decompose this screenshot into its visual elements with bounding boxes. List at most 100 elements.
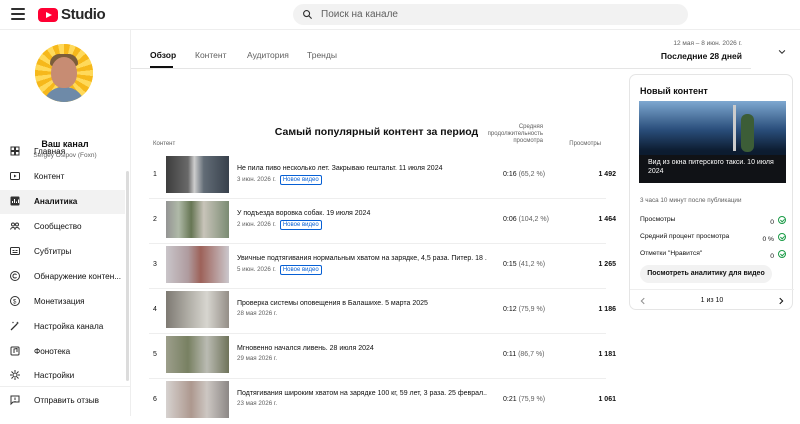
stat-value: 0 [770,253,774,260]
sidebar-item-monetization[interactable]: $ Монетизация [0,290,125,314]
stat-avg-view-percent: Средний процент просмотра 0 % [640,233,786,243]
tab-audience[interactable]: Аудитория [247,50,289,60]
content-icon [10,172,20,180]
video-date: 3 июн. 2026 г. [237,176,276,183]
avg-duration-percent: (104,2 %) [518,216,549,223]
video-meta: 2 июн. 2026 г. Новое видео [237,220,322,230]
see-video-analytics-button[interactable]: Посмотреть аналитику для видео [640,265,772,283]
video-meta: 3 июн. 2026 г. Новое видео [237,175,322,185]
table-row[interactable]: 2 У подъезда воровка собак. 19 июля 2024… [149,199,616,244]
row-index: 1 [153,171,157,178]
views-column-header: Просмотры [569,141,601,147]
sidebar-scrollbar[interactable] [126,171,129,381]
sidebar-item-customization[interactable]: Настройка канала [0,315,125,339]
analytics-main: Обзор Контент Аудитория Тренды 12 мая – … [130,30,800,418]
views-count: 1 061 [598,396,616,403]
sidebar-item-copyright[interactable]: Обнаружение контен... [0,265,125,289]
avg-duration: 0:11 (86,7 %) [503,351,545,358]
video-title[interactable]: Проверка системы оповещения в Балашихе. … [237,299,487,308]
svg-text:$: $ [13,300,17,306]
avg-duration: 0:06 (104,2 %) [503,216,549,223]
channel-avatar[interactable] [35,44,93,102]
avg-duration-column-header: Средняя продолжительность просмотра [487,124,543,144]
sidebar-item-label: Настройки [34,371,75,380]
latest-video-title: Вид из окна питерского такси. 10 июля 20… [648,159,774,175]
video-thumbnail[interactable] [166,336,229,373]
video-title[interactable]: Не пила пиво несколько лет. Закрываю геш… [237,164,487,173]
table-row[interactable]: 4 Проверка системы оповещения в Балашихе… [149,289,616,334]
latest-video-thumbnail[interactable]: Вид из окна питерского такси. 10 июля 20… [639,101,786,183]
stat-label: Средний процент просмотра [640,233,730,240]
money-icon: $ [10,296,20,306]
avg-duration: 0:16 (65,2 %) [503,171,545,178]
sidebar-item-label: Контент [34,172,65,181]
video-title[interactable]: Мгновенно начался ливень. 28 июля 2024 [237,344,487,353]
video-thumbnail[interactable] [166,156,229,193]
avg-duration-time: 0:12 [503,306,517,313]
video-title[interactable]: Подтягивания широким хватом на зарядке 1… [237,389,487,398]
analytics-tabs: Обзор Контент Аудитория Тренды [131,30,751,69]
avg-duration-time: 0:11 [503,351,517,358]
video-meta: 29 мая 2026 г. [237,355,277,362]
search-bar[interactable] [293,4,688,25]
row-index: 6 [153,396,157,403]
video-thumbnail[interactable] [166,201,229,238]
video-meta: 23 мая 2026 г. [237,400,277,407]
video-thumbnail[interactable] [166,381,229,418]
avg-duration: 0:15 (41,2 %) [503,261,545,268]
views-count: 1 492 [598,171,616,178]
chevron-left-icon[interactable] [638,295,648,307]
subtitles-icon [10,247,20,255]
avg-duration-percent: (86,7 %) [518,351,545,358]
table-row[interactable]: 3 Увичные подтягивания нормальным хватом… [149,244,616,289]
search-input[interactable] [321,9,661,20]
analytics-icon [10,196,20,206]
chevron-right-icon[interactable] [776,295,786,307]
table-row[interactable]: 5 Мгновенно начался ливень. 28 июля 2024… [149,334,616,379]
table-row[interactable]: 6 Подтягивания широким хватом на зарядке… [149,379,616,424]
avg-duration-time: 0:16 [503,171,517,178]
tab-trends[interactable]: Тренды [307,50,337,60]
youtube-logo-icon [38,7,58,22]
avg-duration-percent: (65,2 %) [518,171,546,178]
library-icon [10,346,20,356]
sidebar-item-settings[interactable]: Настройки [0,364,125,388]
sidebar-item-content[interactable]: Контент [0,165,125,189]
sidebar-item-feedback[interactable]: Отправить отзыв [0,389,125,413]
sidebar: Ваш канал Sergey Osipov (Foxn) Главная К… [0,30,130,416]
sidebar-item-community[interactable]: Сообщество [0,215,125,239]
table-row[interactable]: 1 Не пила пиво несколько лет. Закрываю г… [149,154,616,199]
date-range-selector[interactable]: 12 мая – 8 июн. 2026 г. Последние 28 дне… [661,40,742,61]
sidebar-item-label: Главная [34,147,66,156]
sidebar-item-analytics[interactable]: Аналитика [0,190,125,214]
sidebar-item-dashboard[interactable]: Главная [0,140,125,164]
sidebar-item-audio-library[interactable]: Фонотека [0,340,125,364]
top-bar: Studio [0,0,800,30]
date-range-dates: 12 мая – 8 июн. 2026 г. [673,40,742,47]
row-index: 3 [153,261,157,268]
video-title[interactable]: Увичные подтягивания нормальным хватом н… [237,254,487,263]
video-thumbnail[interactable] [166,291,229,328]
sidebar-item-label: Обнаружение контен... [34,272,122,281]
content-column-header: Контент [153,141,176,147]
dashboard-icon [10,146,20,156]
time-since-publish: 3 часа 10 минут после публикации [640,197,742,204]
avg-duration-time: 0:06 [503,216,517,223]
views-count: 1 181 [598,351,616,358]
video-thumbnail[interactable] [166,246,229,283]
views-count: 1 186 [598,306,616,313]
content-pager: 1 из 10 [630,289,794,311]
menu-icon[interactable] [11,8,25,20]
sidebar-item-subtitles[interactable]: Субтитры [0,240,125,264]
active-tab-indicator [150,66,173,68]
chevron-down-icon[interactable] [777,47,787,57]
tab-content[interactable]: Контент [195,50,227,60]
stat-likes: Отметки "Нравится" 0 [640,250,786,260]
video-meta: 28 мая 2026 г. [237,310,277,317]
youtube-studio-logo[interactable]: Studio [38,6,106,23]
video-date: 28 мая 2026 г. [237,310,278,317]
avg-duration: 0:12 (75,9 %) [503,306,545,313]
tab-overview[interactable]: Обзор [150,50,176,60]
sidebar-item-label: Фонотека [34,347,71,356]
video-title[interactable]: У подъезда воровка собак. 19 июля 2024 [237,209,487,218]
